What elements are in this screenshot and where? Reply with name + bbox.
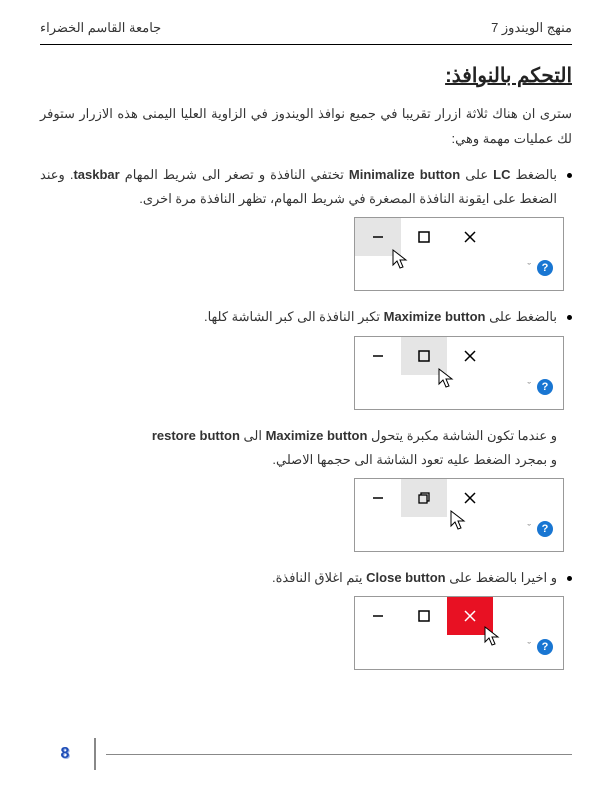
cursor-icon — [391, 248, 409, 270]
bullet-text: بالضغط LC على Minimalize button تختفي ال… — [40, 163, 557, 211]
footer: 8 — [40, 738, 572, 770]
bullet-text: بالضغط على Maximize button تكبر النافذة … — [40, 305, 557, 329]
minimize-button[interactable] — [355, 337, 401, 375]
header-left: جامعة القاسم الخضراء — [40, 20, 161, 36]
maximize-button[interactable] — [401, 597, 447, 635]
paragraph-restore: و عندما تكون الشاشة مكبرة يتحول Maximize… — [40, 424, 572, 472]
bullet-text: و اخيرا بالضغط على Close button يتم اغلا… — [40, 566, 557, 590]
help-icon[interactable]: ? — [537, 260, 553, 276]
help-icon[interactable]: ? — [537, 379, 553, 395]
header-right: منهج الويندوز 7 — [491, 20, 572, 36]
bullet-minimize: بالضغط LC على Minimalize button تختفي ال… — [40, 163, 572, 211]
minimize-button[interactable] — [355, 479, 401, 517]
figure-maximize: ˇ ? — [354, 336, 564, 410]
chevron-down-icon: ˇ — [527, 381, 531, 393]
content: التحكم بالنوافذ: سترى ان هناك ثلاثة ازرا… — [0, 45, 612, 694]
footer-line — [106, 754, 572, 755]
page-number: 8 — [40, 738, 90, 770]
cursor-icon — [483, 625, 501, 647]
chevron-down-icon: ˇ — [527, 641, 531, 653]
section-title: التحكم بالنوافذ: — [40, 63, 572, 88]
cursor-icon — [449, 509, 467, 531]
chevron-down-icon: ˇ — [527, 262, 531, 274]
cursor-icon — [437, 367, 455, 389]
help-icon[interactable]: ? — [537, 639, 553, 655]
restore-button[interactable] — [401, 479, 447, 517]
figure-minimize: ˇ ? — [354, 217, 564, 291]
bullet-icon — [567, 173, 572, 178]
bullet-maximize: بالضغط على Maximize button تكبر النافذة … — [40, 305, 572, 329]
close-button[interactable] — [447, 218, 493, 256]
figure-restore: ˇ ? — [354, 478, 564, 552]
intro-paragraph: سترى ان هناك ثلاثة ازرار تقريبا في جميع … — [40, 102, 572, 151]
bullet-icon — [567, 576, 572, 581]
bullet-close: و اخيرا بالضغط على Close button يتم اغلا… — [40, 566, 572, 590]
footer-divider — [94, 738, 96, 770]
bullet-icon — [567, 315, 572, 320]
minimize-button[interactable] — [355, 597, 401, 635]
help-icon[interactable]: ? — [537, 521, 553, 537]
figure-close: ˇ ? — [354, 596, 564, 670]
chevron-down-icon: ˇ — [527, 523, 531, 535]
